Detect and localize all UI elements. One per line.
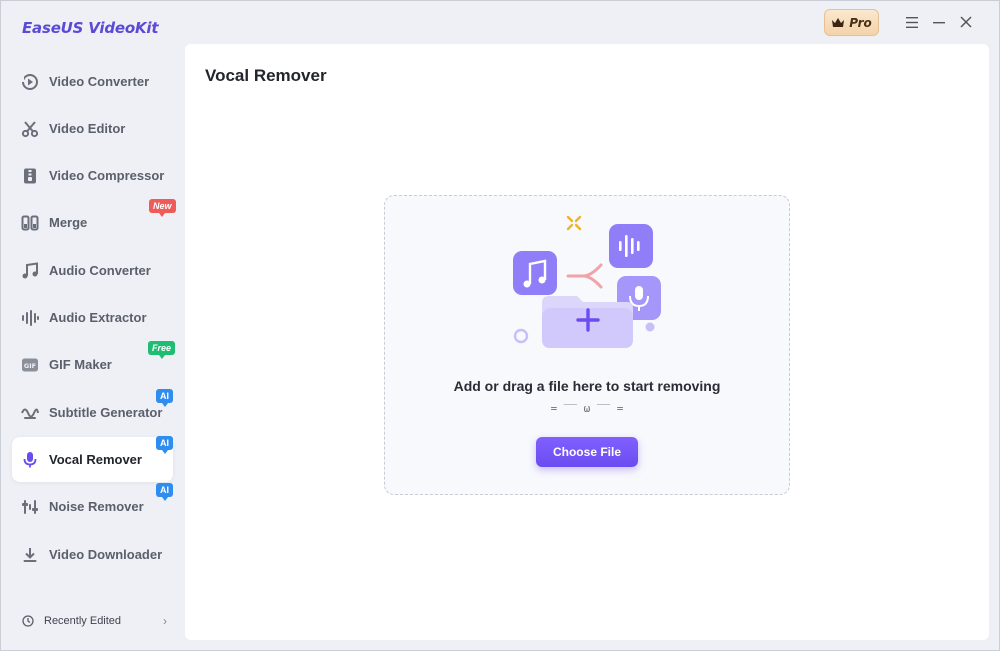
download-icon [20,545,40,565]
crown-icon [832,17,845,27]
sidebar-item-label: Audio Extractor [49,310,147,325]
pro-label: Pro [849,15,872,30]
scissors-icon [20,119,40,139]
music-note-icon [20,261,40,281]
sidebar-item-label: Video Compressor [49,168,165,183]
hamburger-icon [906,16,918,28]
sidebar-item-label: Noise Remover [49,499,144,514]
chevron-right-icon: › [163,614,167,628]
ai-badge: AI [156,436,173,454]
recently-edited-link[interactable]: Recently Edited › [22,612,167,630]
sidebar-item-label: Merge [49,215,88,230]
sidebar-item-subtitle-generator[interactable]: Subtitle Generator AI [12,389,173,435]
sidebar-item-vocal-remover[interactable]: Vocal Remover AI [12,436,173,482]
minimize-button[interactable] [930,13,948,31]
sidebar-item-label: Subtitle Generator [49,405,163,420]
app-window: EaseUS VideoKit Pro Video Converter Vide… [0,0,1000,651]
subtitle-icon [20,403,40,423]
sidebar-item-video-downloader[interactable]: Video Downloader [12,532,173,577]
sidebar-item-merge[interactable]: Merge New [12,199,176,245]
new-badge: New [149,199,176,217]
sidebar-item-video-converter[interactable]: Video Converter [12,59,173,104]
free-badge: Free [148,341,176,359]
clock-icon [22,615,34,627]
noise-icon [20,497,40,517]
pro-button[interactable]: Pro [824,9,879,36]
menu-button[interactable] [903,13,921,31]
sidebar-item-label: Vocal Remover [49,452,142,467]
microphone-icon [20,450,40,470]
merge-icon [20,213,40,233]
dropzone-emoticon: = ‾‾ ω ‾‾ = [550,402,624,415]
close-button[interactable] [957,13,975,31]
sidebar-item-audio-extractor[interactable]: Audio Extractor [12,295,173,340]
main-panel: Vocal Remover Add or drag a file here to… [185,44,989,640]
sidebar-item-audio-converter[interactable]: Audio Converter [12,248,173,293]
ai-badge: AI [156,389,173,407]
app-logo: EaseUS VideoKit [22,19,159,37]
compress-icon [20,166,40,186]
video-converter-icon [20,72,40,92]
gif-icon: GIF [20,355,40,375]
close-icon [960,16,972,28]
upload-illustration-icon [513,215,661,348]
waveform-icon [20,308,40,328]
sidebar-item-label: GIF Maker [49,357,112,372]
sidebar-item-label: Audio Converter [49,263,151,278]
sidebar-item-video-editor[interactable]: Video Editor [12,106,173,151]
sidebar: Video Converter Video Editor Video Compr… [1,57,184,651]
page-title: Vocal Remover [205,66,327,85]
svg-text:GIF: GIF [24,362,36,370]
sidebar-item-label: Video Editor [49,121,126,136]
sidebar-item-label: Video Downloader [49,547,163,562]
minimize-icon [933,22,945,24]
sidebar-item-gif-maker[interactable]: GIF GIF Maker Free [12,341,176,387]
sidebar-item-noise-remover[interactable]: Noise Remover AI [12,483,173,529]
file-dropzone[interactable]: Add or drag a file here to start removin… [384,195,790,495]
sidebar-item-video-compressor[interactable]: Video Compressor [12,153,173,198]
sidebar-item-label: Video Converter [49,74,150,89]
recently-edited-label: Recently Edited [44,615,122,627]
sparkle-icon [566,215,582,231]
choose-file-button[interactable]: Choose File [536,437,638,467]
ai-badge: AI [156,483,173,501]
dropzone-instruction: Add or drag a file here to start removin… [453,378,721,394]
